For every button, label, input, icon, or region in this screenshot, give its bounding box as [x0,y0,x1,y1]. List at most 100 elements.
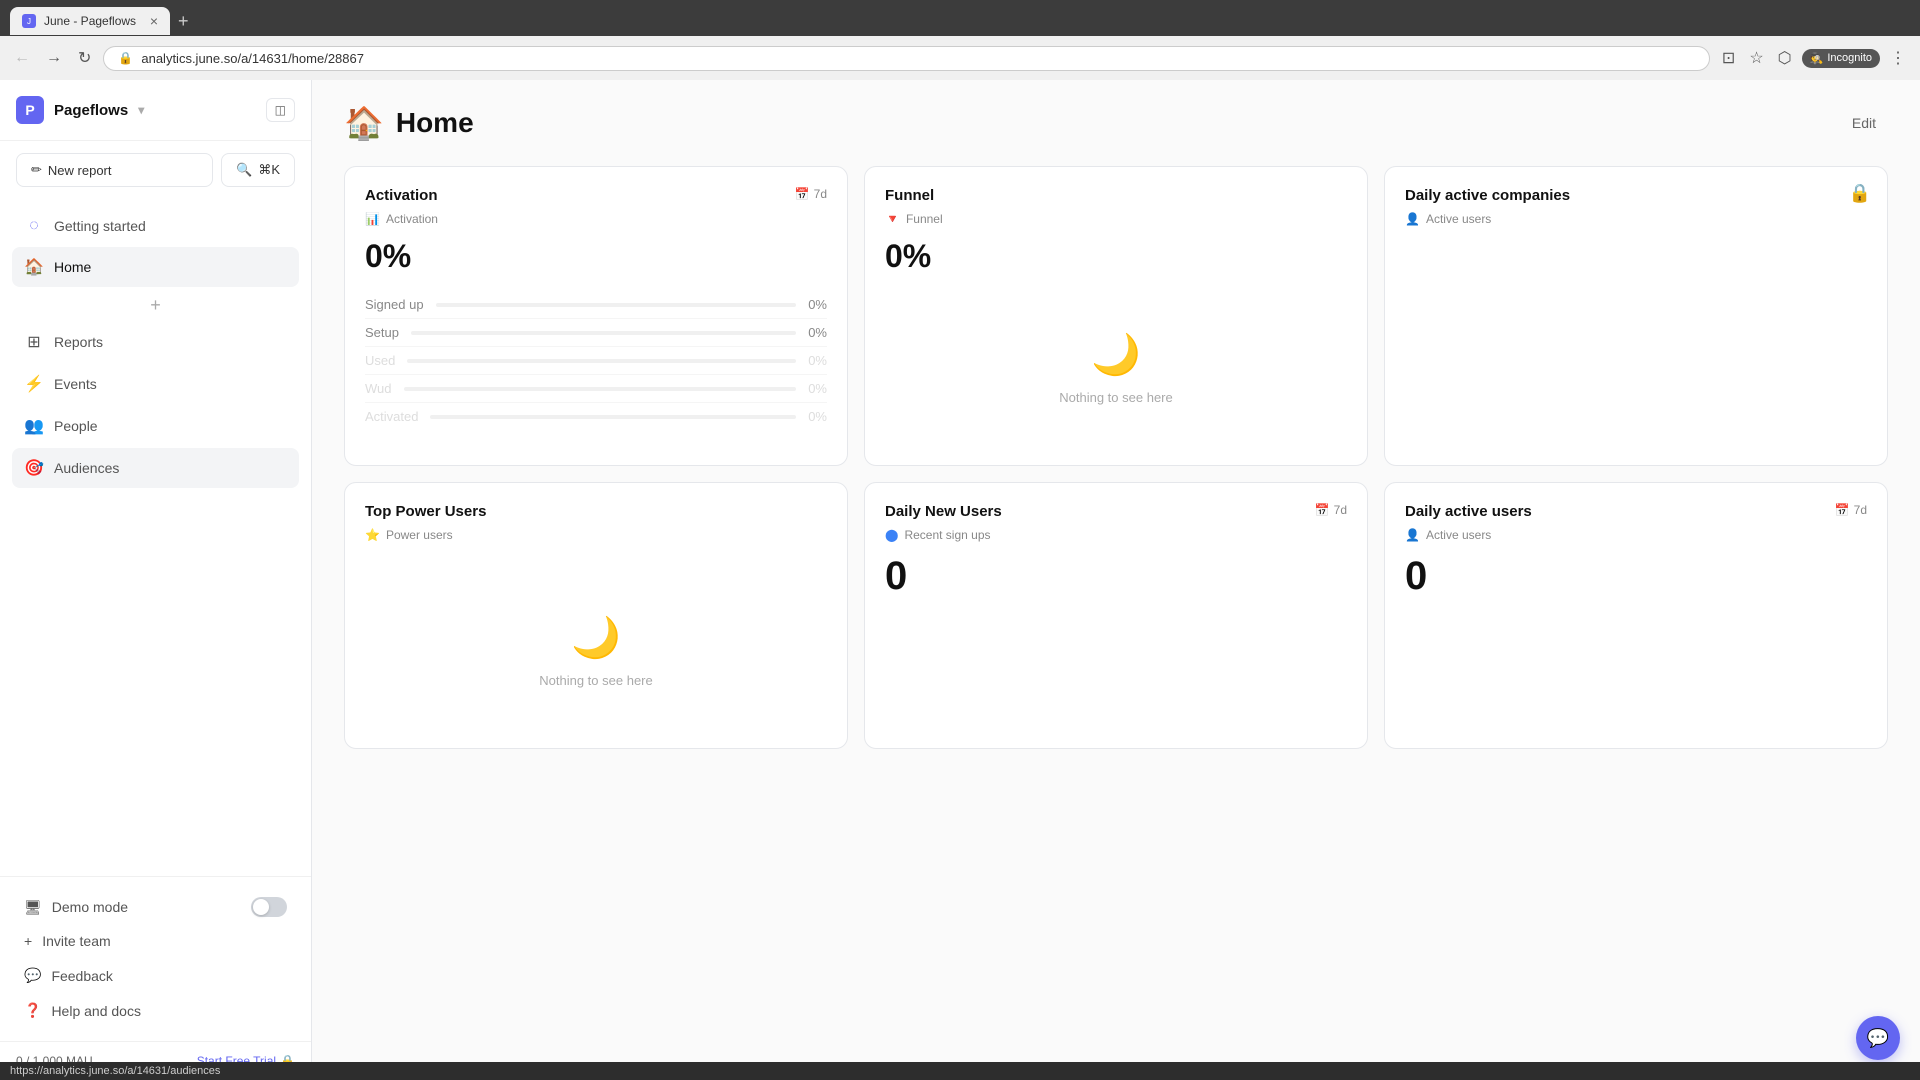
sidebar-bottom: 🖥 Demo mode + Invite team 💬 Feedback ❓ H… [0,876,311,1041]
tab-favicon: J [22,14,36,28]
address-bar[interactable]: 🔒 analytics.june.so/a/14631/home/28867 [103,46,1710,71]
activation-value: 0% [365,238,827,275]
funnel-value: 0% [885,238,1347,275]
demo-mode-toggle[interactable] [251,897,287,917]
funnel-empty: 🌙 Nothing to see here [885,291,1347,445]
funnel-title: Funnel [885,187,934,204]
sidebar-toggle-button[interactable]: ◫ [266,98,295,122]
tab-close-button[interactable]: × [150,13,158,29]
sidebar-item-feedback[interactable]: 💬 Feedback [12,959,299,992]
toolbar-actions: ⊡ ☆ ⬡ 🕵 Incognito ⋮ [1718,44,1910,72]
activation-row-activated: Activated 0% [365,403,827,430]
sidebar-item-events[interactable]: ⚡ Events [12,364,299,404]
feedback-icon: 💬 [24,967,41,984]
back-button[interactable]: ← [10,45,34,71]
status-bar: https://analytics.june.so/a/14631/audien… [0,1062,1920,1080]
active-tab[interactable]: J June - Pageflows × [10,7,170,35]
demo-mode-item[interactable]: 🖥 Demo mode [12,889,299,925]
activation-row-used: Used 0% [365,347,827,375]
page-title: Home [396,107,474,139]
brand-dropdown-icon: ▾ [138,103,144,117]
browser-chrome: J June - Pageflows × + ← → ↻ 🔒 analytics… [0,0,1920,80]
sidebar-brand[interactable]: P Pageflows ▾ [16,96,144,124]
profile-button[interactable]: ⬡ [1774,44,1796,72]
dnu-subtitle-icon: ⬤ [885,528,898,542]
new-tab-button[interactable]: + [170,11,197,32]
sidebar-item-audiences[interactable]: 🎯 Audiences [12,448,299,488]
new-report-label: New report [48,163,112,178]
incognito-badge: 🕵 Incognito [1802,49,1880,68]
funnel-subtitle-icon: 🔻 [885,212,900,226]
new-report-button[interactable]: ✏ New report [16,153,213,187]
funnel-card-header: Funnel [885,187,1347,204]
people-label: People [54,418,98,434]
sidebar-item-people[interactable]: 👥 People [12,406,299,446]
sidebar-item-reports[interactable]: ⊞ Reports [12,322,299,362]
activation-subtitle-text: Activation [386,212,438,226]
reports-icon: ⊞ [24,332,44,352]
dau-title: Daily active users [1405,503,1532,520]
brand-logo: P [16,96,44,124]
sidebar-item-getting-started[interactable]: ◌ Getting started [12,207,299,245]
add-section-button[interactable]: + [12,289,299,322]
activation-subtitle-icon: 📊 [365,212,380,226]
top-power-users-card: Top Power Users ⭐ Power users 🌙 Nothing … [344,482,848,749]
activation-subtitle: 📊 Activation [365,212,827,226]
cast-button[interactable]: ⊡ [1718,44,1739,72]
dau-subtitle-text: Active users [1426,528,1491,542]
row-bar [404,387,797,391]
demo-mode-label: Demo mode [52,899,128,915]
activation-rows: Signed up 0% Setup 0% Used 0% [365,291,827,430]
events-icon: ⚡ [24,374,44,394]
funnel-subtitle: 🔻 Funnel [885,212,1347,226]
activation-row-signed-up: Signed up 0% [365,291,827,319]
activation-badge: 📅 7d [795,187,827,201]
brand-name: Pageflows [54,102,128,119]
row-label: Activated [365,409,418,424]
search-icon: 🔍 [236,162,252,178]
audiences-label: Audiences [54,460,119,476]
new-report-icon: ✏ [31,162,42,178]
dnu-card-header: Daily New Users 📅 7d [885,503,1347,520]
dac-subtitle-text: Active users [1426,212,1491,226]
edit-button[interactable]: Edit [1840,109,1888,137]
sidebar-item-home[interactable]: 🏠 Home [12,247,299,287]
search-shortcut: ⌘K [258,162,280,178]
activation-row-wud: Wud 0% [365,375,827,403]
search-button[interactable]: 🔍 ⌘K [221,153,295,187]
row-bar [430,415,796,419]
tpu-empty-text: Nothing to see here [539,673,652,688]
bookmark-button[interactable]: ☆ [1745,44,1767,72]
dac-subtitle-icon: 👤 [1405,212,1420,226]
status-url: https://analytics.june.so/a/14631/audien… [10,1065,220,1077]
url-text: analytics.june.so/a/14631/home/28867 [141,51,364,66]
dau-subtitle: 👤 Active users [1405,528,1867,542]
ssl-lock-icon: 🔒 [118,51,133,65]
audiences-icon: 🎯 [24,458,44,478]
sidebar-item-help[interactable]: ❓ Help and docs [12,994,299,1027]
people-icon: 👥 [24,416,44,436]
feedback-label: Feedback [51,968,112,984]
extensions-button[interactable]: ⋮ [1886,44,1910,72]
sidebar-item-invite-team[interactable]: + Invite team [12,925,299,957]
incognito-label: Incognito [1827,52,1872,64]
row-value: 0% [808,353,827,368]
daily-active-companies-card: Daily active companies 🔒 👤 Active users [1384,166,1888,466]
reports-label: Reports [54,334,103,350]
dnu-badge: 📅 7d [1315,503,1347,517]
browser-toolbar: ← → ↻ 🔒 analytics.june.so/a/14631/home/2… [0,36,1920,80]
events-label: Events [54,376,97,392]
getting-started-label: Getting started [54,218,146,234]
tab-bar: J June - Pageflows × + [0,0,1920,36]
chat-support-button[interactable]: 💬 [1856,1016,1900,1060]
main-content: 🏠 Home Edit Activation 📅 7d 📊 Activation [312,80,1920,1080]
page-icon: 🏠 [344,104,384,142]
home-icon: 🏠 [24,257,44,277]
funnel-subtitle-text: Funnel [906,212,943,226]
empty-moon-icon: 🌙 [1091,331,1141,378]
row-label: Setup [365,325,399,340]
dnu-title: Daily New Users [885,503,1002,520]
chat-icon: 💬 [1867,1028,1889,1049]
reload-button[interactable]: ↻ [74,44,95,72]
forward-button[interactable]: → [42,45,66,71]
